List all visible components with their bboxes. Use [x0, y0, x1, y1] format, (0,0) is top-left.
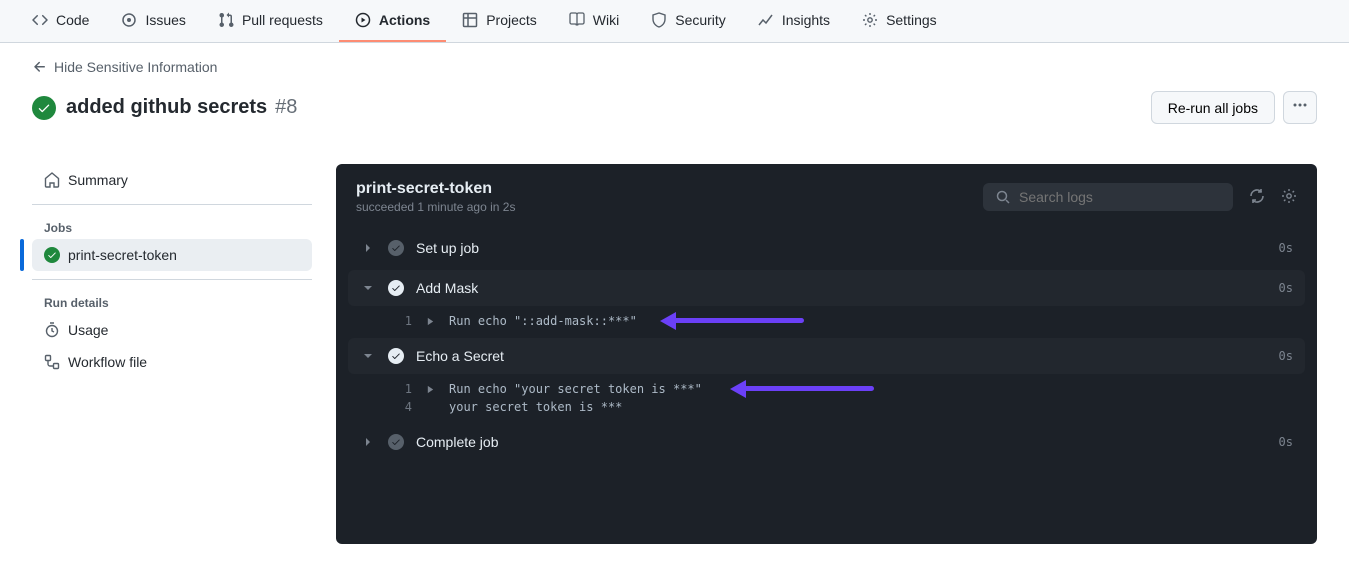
kebab-icon [1292, 97, 1308, 113]
log-line: 1 Run echo "your secret token is ***" [384, 380, 1305, 398]
status-success-icon [388, 434, 404, 450]
step-row[interactable]: Echo a Secret 0s [348, 338, 1305, 374]
refresh-button[interactable] [1249, 188, 1265, 207]
step-name: Echo a Secret [416, 348, 1267, 364]
step-duration: 0s [1279, 435, 1293, 449]
nav-projects[interactable]: Projects [446, 0, 553, 42]
annotation-arrow [744, 386, 874, 391]
status-success-icon [388, 280, 404, 296]
sync-icon [1249, 188, 1265, 204]
step-duration: 0s [1279, 241, 1293, 255]
nav-label: Issues [145, 12, 185, 28]
nav-insights[interactable]: Insights [742, 0, 846, 42]
log-line: 4 your secret token is *** [384, 398, 1305, 416]
pull-request-icon [218, 12, 234, 28]
nav-label: Actions [379, 12, 430, 28]
nav-label: Insights [782, 12, 830, 28]
gear-icon [862, 12, 878, 28]
run-header: added github secrets #8 Re-run all jobs [32, 91, 1317, 124]
back-link-text: Hide Sensitive Information [54, 59, 217, 75]
shield-icon [651, 12, 667, 28]
workflow-icon [44, 354, 60, 370]
home-icon [44, 172, 60, 188]
nav-label: Security [675, 12, 726, 28]
log-settings-button[interactable] [1281, 188, 1297, 207]
gear-icon [1281, 188, 1297, 204]
log-panel-container: print-secret-token succeeded 1 minute ag… [336, 164, 1333, 544]
chevron-down-icon [360, 280, 376, 296]
status-success-icon [44, 247, 60, 263]
issue-icon [121, 12, 137, 28]
status-success-icon [388, 240, 404, 256]
sidebar-label: Summary [68, 172, 128, 188]
line-text: Run echo "::add-mask::***" [449, 314, 637, 328]
sidebar-job-item[interactable]: print-secret-token [32, 239, 312, 271]
line-number: 1 [384, 382, 412, 396]
search-icon [995, 189, 1011, 205]
sidebar-workflow-file[interactable]: Workflow file [32, 346, 312, 378]
nav-label: Wiki [593, 12, 619, 28]
annotation-arrow [674, 318, 804, 323]
caret-right-icon[interactable] [426, 385, 435, 394]
step-row[interactable]: Add Mask 0s [348, 270, 1305, 306]
project-icon [462, 12, 478, 28]
nav-actions[interactable]: Actions [339, 0, 446, 42]
log-subtitle: succeeded 1 minute ago in 2s [356, 200, 515, 214]
nav-label: Pull requests [242, 12, 323, 28]
sidebar-summary[interactable]: Summary [32, 164, 312, 196]
search-input[interactable] [1019, 189, 1221, 205]
chevron-right-icon [360, 240, 376, 256]
chevron-down-icon [360, 348, 376, 364]
jobs-heading: Jobs [32, 213, 312, 239]
status-success-icon [388, 348, 404, 364]
caret-right-icon[interactable] [426, 317, 435, 326]
run-title: added github secrets [66, 96, 267, 119]
book-icon [569, 12, 585, 28]
nav-settings[interactable]: Settings [846, 0, 953, 42]
code-icon [32, 12, 48, 28]
step-name: Add Mask [416, 280, 1267, 296]
run-menu-button[interactable] [1283, 91, 1317, 124]
stopwatch-icon [44, 322, 60, 338]
status-success-icon [32, 96, 56, 120]
chevron-right-icon [360, 434, 376, 450]
log-title: print-secret-token [356, 180, 515, 198]
graph-icon [758, 12, 774, 28]
nav-issues[interactable]: Issues [105, 0, 201, 42]
line-number: 4 [384, 400, 412, 414]
nav-code[interactable]: Code [16, 0, 105, 42]
rerun-button[interactable]: Re-run all jobs [1151, 91, 1275, 124]
nav-pulls[interactable]: Pull requests [202, 0, 339, 42]
nav-label: Settings [886, 12, 937, 28]
step-duration: 0s [1279, 281, 1293, 295]
nav-security[interactable]: Security [635, 0, 742, 42]
line-text: Run echo "your secret token is ***" [449, 382, 702, 396]
line-text: your secret token is *** [449, 400, 622, 414]
line-number: 1 [384, 314, 412, 328]
step-name: Set up job [416, 240, 1267, 256]
nav-wiki[interactable]: Wiki [553, 0, 635, 42]
back-link[interactable]: Hide Sensitive Information [32, 59, 1317, 75]
step-row[interactable]: Set up job 0s [348, 230, 1305, 266]
run-details-heading: Run details [32, 288, 312, 314]
log-lines: 1 Run echo "::add-mask::***" [348, 310, 1305, 338]
sidebar-usage[interactable]: Usage [32, 314, 312, 346]
log-line: 1 Run echo "::add-mask::***" [384, 312, 1305, 330]
sidebar: Summary Jobs print-secret-token Run deta… [16, 164, 312, 544]
sidebar-label: Workflow file [68, 354, 147, 370]
arrow-left-icon [32, 59, 48, 75]
step-name: Complete job [416, 434, 1267, 450]
log-lines: 1 Run echo "your secret token is ***" 4 you… [348, 378, 1305, 424]
step-duration: 0s [1279, 349, 1293, 363]
search-logs[interactable] [983, 183, 1233, 211]
step-row[interactable]: Complete job 0s [348, 424, 1305, 460]
repo-nav: Code Issues Pull requests Actions Projec… [0, 0, 1349, 43]
run-number: #8 [275, 96, 297, 119]
nav-label: Code [56, 12, 89, 28]
nav-label: Projects [486, 12, 537, 28]
log-panel: print-secret-token succeeded 1 minute ag… [336, 164, 1317, 544]
play-icon [355, 12, 371, 28]
sidebar-label: Usage [68, 322, 108, 338]
job-name: print-secret-token [68, 247, 177, 263]
